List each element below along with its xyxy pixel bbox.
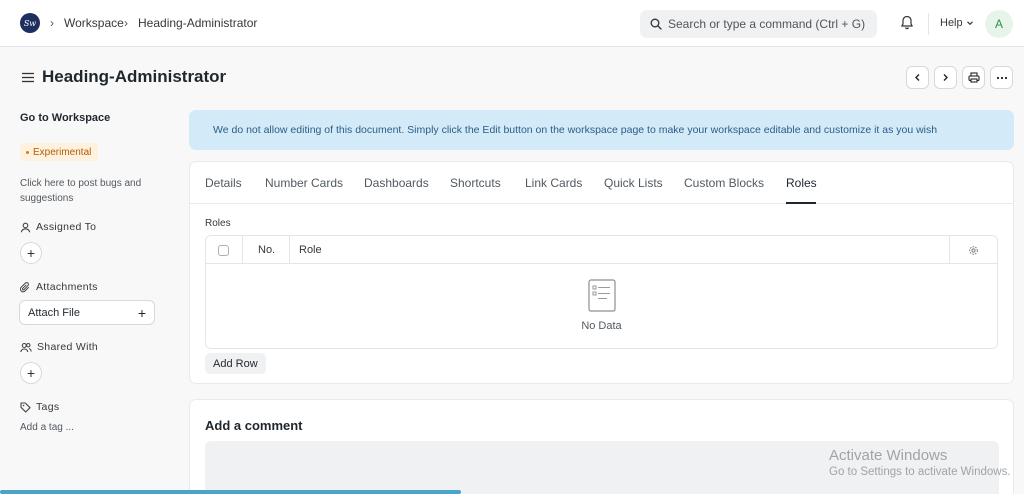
dot-icon xyxy=(26,150,29,154)
column-divider xyxy=(289,236,290,264)
search-icon xyxy=(650,18,662,30)
column-divider xyxy=(242,236,243,264)
plus-icon: + xyxy=(26,245,36,261)
active-tab-indicator xyxy=(786,202,816,204)
chevron-left-icon xyxy=(915,74,920,81)
tag-icon xyxy=(20,401,31,413)
printer-icon xyxy=(967,72,980,83)
go-to-workspace-link[interactable]: Go to Workspace xyxy=(20,112,110,124)
read-only-alert: We do not allow editing of this document… xyxy=(189,110,1014,150)
report-bugs-link[interactable]: Click here to post bugs and suggestions xyxy=(20,176,170,206)
activate-windows-title: Activate Windows xyxy=(829,447,948,464)
select-all-checkbox-cell xyxy=(218,236,229,264)
chevron-right-icon xyxy=(943,74,948,81)
gear-icon[interactable] xyxy=(968,245,979,256)
attachments-section: Attachments xyxy=(20,281,98,293)
more-actions-button[interactable] xyxy=(990,66,1013,89)
chevron-right-icon: › xyxy=(50,16,54,30)
help-label: Help xyxy=(940,17,963,29)
column-header-role: Role xyxy=(299,244,322,256)
search-bar[interactable] xyxy=(640,10,877,38)
empty-document-icon xyxy=(588,279,616,312)
badge-label: Experimental xyxy=(33,146,92,158)
activate-windows-subtitle: Go to Settings to activate Windows. xyxy=(829,466,1011,478)
users-icon xyxy=(20,342,32,352)
column-header-no: No. xyxy=(258,244,276,256)
logo-mark-icon: Sw xyxy=(23,18,37,28)
form-tabs: Details Number Cards Dashboards Shortcut… xyxy=(190,162,1013,204)
tab-link-cards[interactable]: Link Cards xyxy=(525,176,582,190)
user-avatar[interactable]: A xyxy=(985,10,1013,38)
breadcrumb-workspace[interactable]: Workspace xyxy=(64,16,124,30)
chevron-down-icon xyxy=(966,21,973,26)
tab-number-cards[interactable]: Number Cards xyxy=(265,176,343,190)
top-navbar: Sw › Workspace › Heading-Administrator H… xyxy=(0,0,1024,47)
add-tag-link[interactable]: Add a tag ... xyxy=(20,422,74,433)
roles-table: No. Role No Data xyxy=(205,235,998,349)
paperclip-icon xyxy=(20,281,30,292)
notification-bell-icon[interactable] xyxy=(900,15,914,30)
tags-section: Tags xyxy=(20,401,59,413)
breadcrumb-current[interactable]: Heading-Administrator xyxy=(138,16,257,30)
column-divider xyxy=(949,236,950,264)
progress-fill xyxy=(0,490,461,494)
page-load-progress xyxy=(0,490,1024,494)
hamburger-menu-icon[interactable] xyxy=(21,72,35,83)
attachments-label: Attachments xyxy=(36,281,98,293)
assigned-to-section: Assigned To xyxy=(20,221,96,233)
user-icon xyxy=(20,222,31,232)
app-logo[interactable]: Sw xyxy=(20,13,40,33)
add-assignee-button[interactable]: + xyxy=(20,242,42,264)
attach-file-label: Attach File xyxy=(28,306,80,319)
alert-text: We do not allow editing of this document… xyxy=(213,124,938,136)
tab-dashboards[interactable]: Dashboards xyxy=(364,176,429,190)
more-horizontal-icon xyxy=(996,76,1007,79)
tab-roles[interactable]: Roles xyxy=(786,176,817,190)
roles-field-label: Roles xyxy=(205,218,231,229)
form-card: Details Number Cards Dashboards Shortcut… xyxy=(189,161,1014,384)
add-share-button[interactable]: + xyxy=(20,362,42,384)
table-header: No. Role xyxy=(206,236,997,264)
shared-with-section: Shared With xyxy=(20,341,98,353)
previous-doc-button[interactable] xyxy=(906,66,929,89)
empty-state-text: No Data xyxy=(581,320,622,332)
chevron-right-icon: › xyxy=(124,16,128,30)
tab-custom-blocks[interactable]: Custom Blocks xyxy=(684,176,764,190)
tab-details[interactable]: Details xyxy=(205,176,242,190)
help-menu[interactable]: Help xyxy=(940,17,974,29)
tags-label: Tags xyxy=(36,401,60,413)
column-settings-cell[interactable] xyxy=(968,236,979,264)
tab-quick-lists[interactable]: Quick Lists xyxy=(604,176,663,190)
assigned-to-label: Assigned To xyxy=(36,221,97,233)
attach-file-button[interactable]: Attach File + xyxy=(19,300,155,325)
page-title: Heading-Administrator xyxy=(42,67,227,86)
select-all-checkbox[interactable] xyxy=(218,244,229,256)
search-input[interactable] xyxy=(668,17,868,31)
plus-icon: + xyxy=(137,304,146,321)
experimental-badge: Experimental xyxy=(20,143,99,161)
tab-shortcuts[interactable]: Shortcuts xyxy=(450,176,501,190)
comment-heading: Add a comment xyxy=(205,418,303,433)
navbar-divider xyxy=(928,13,929,35)
print-button[interactable] xyxy=(962,66,985,89)
next-doc-button[interactable] xyxy=(934,66,957,89)
shared-with-label: Shared With xyxy=(37,341,99,353)
add-row-button[interactable]: Add Row xyxy=(205,353,266,374)
plus-icon: + xyxy=(26,365,36,381)
